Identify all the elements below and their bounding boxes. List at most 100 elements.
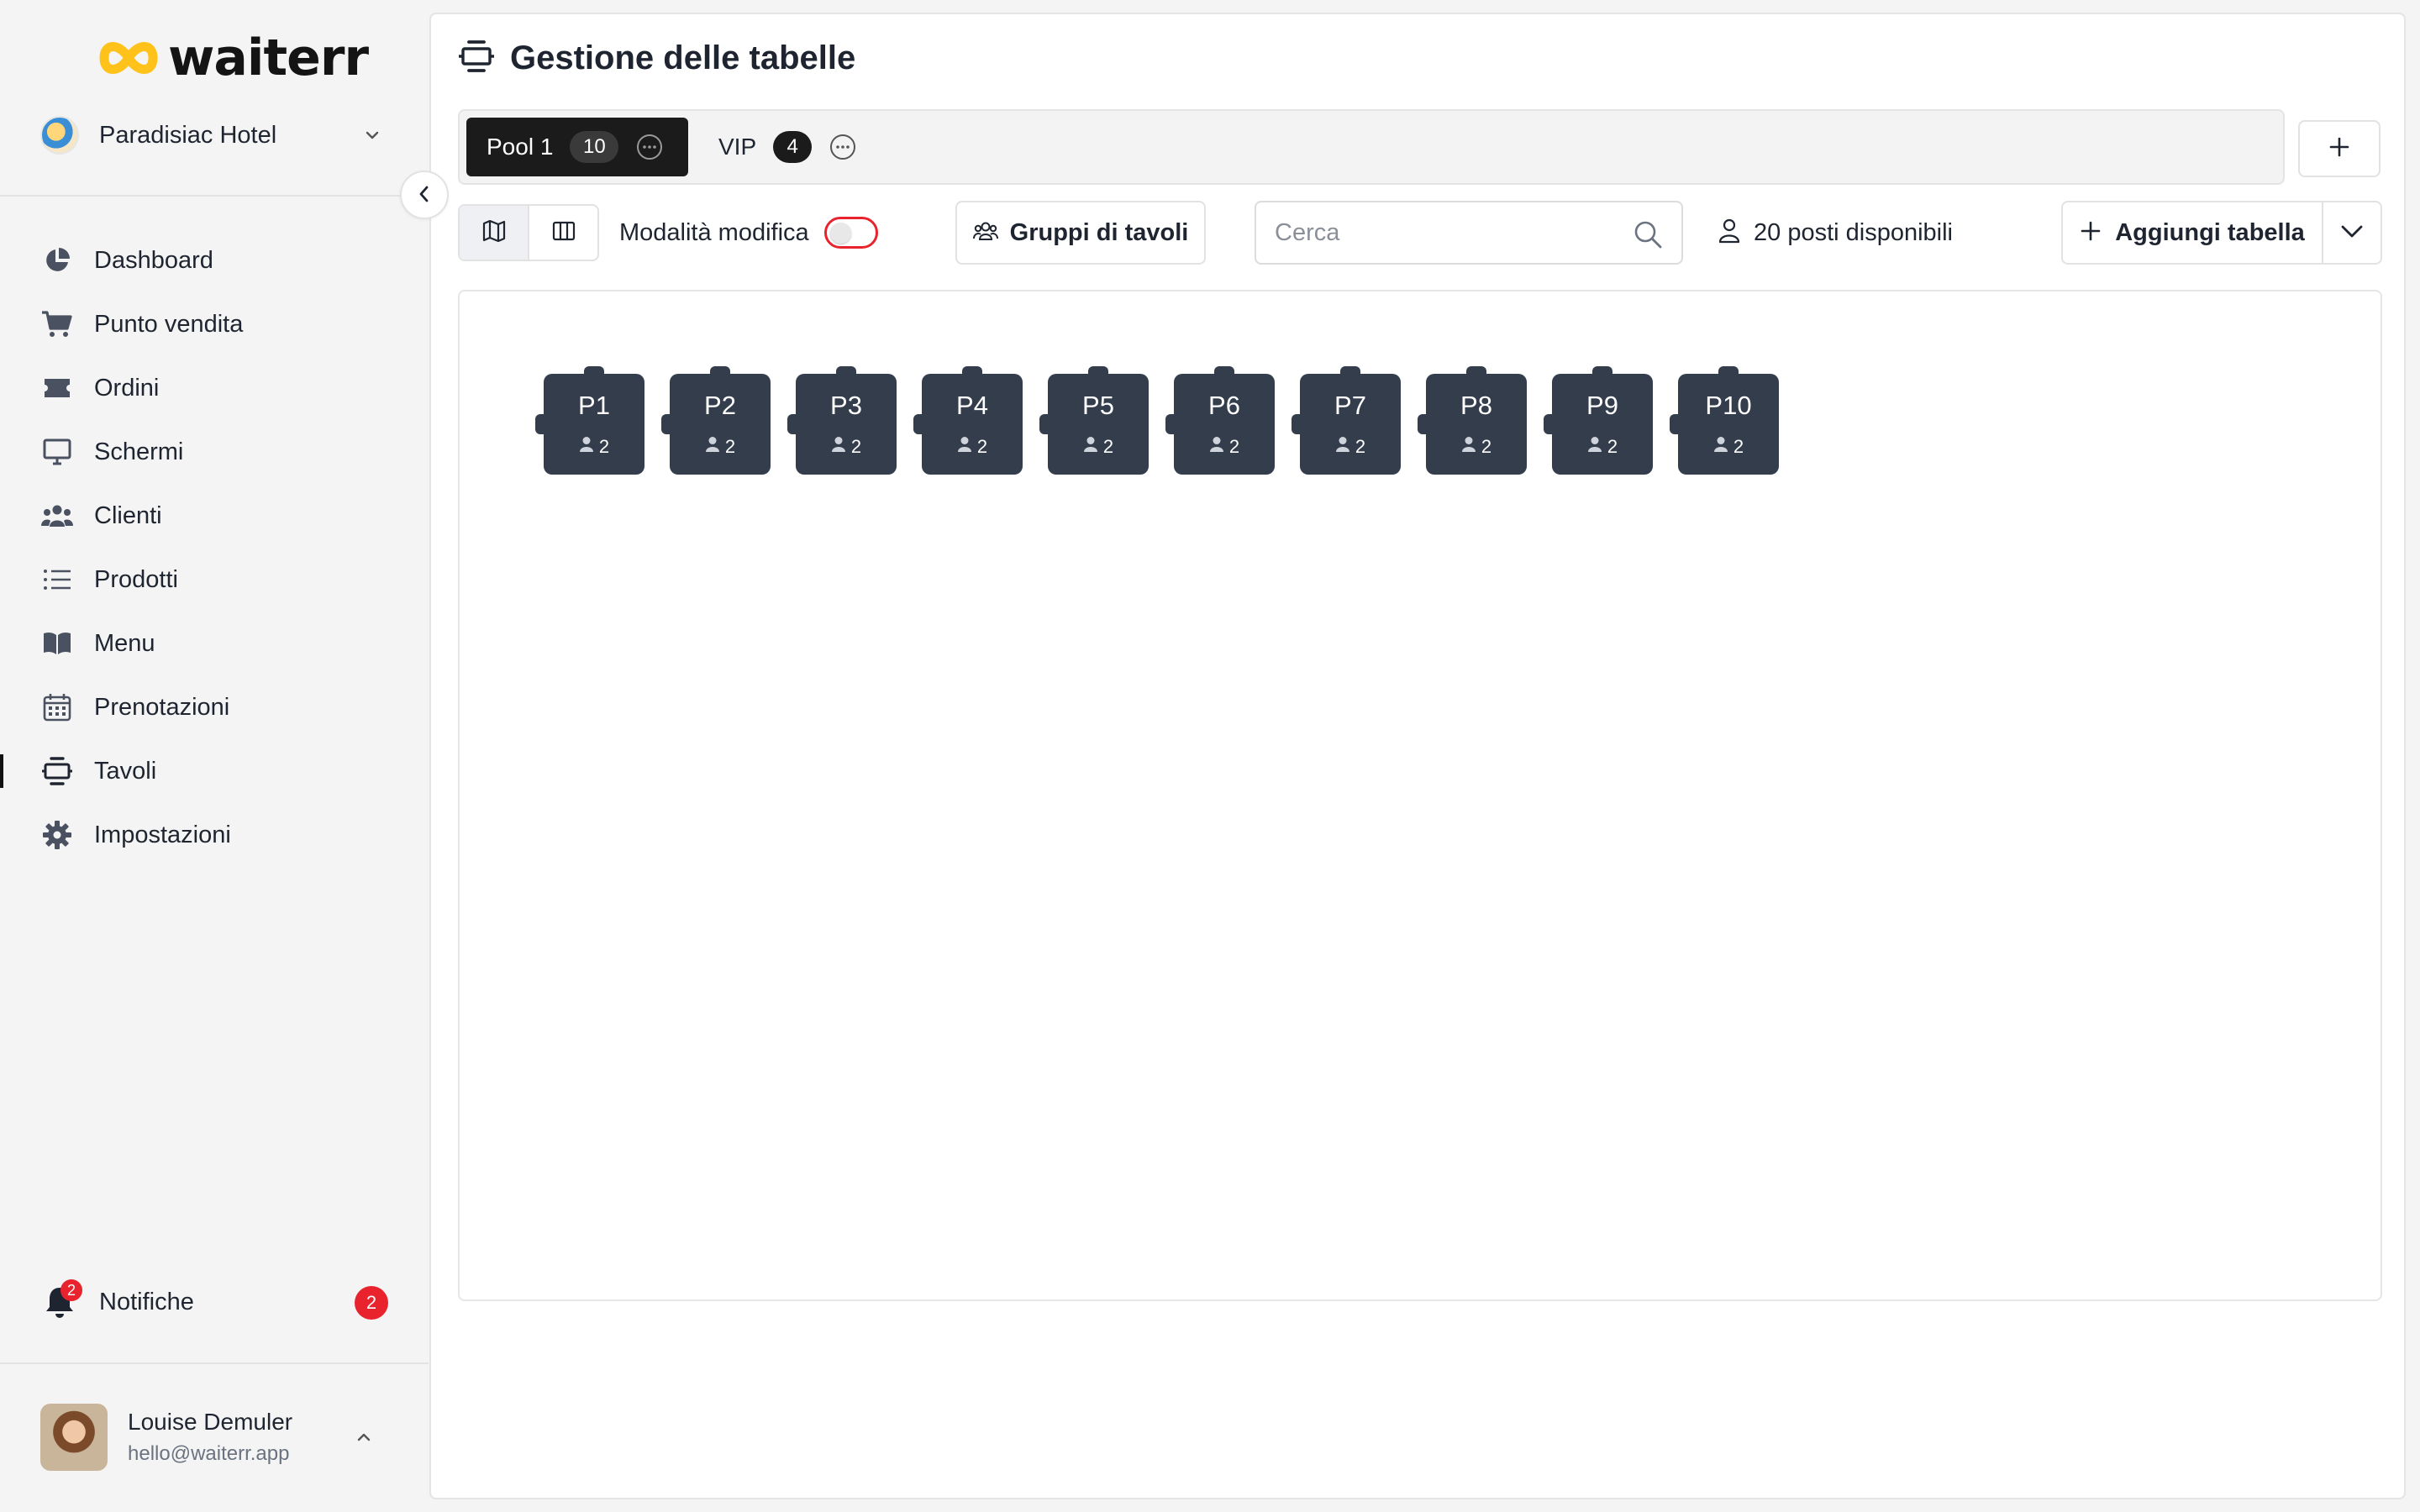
- floor-table[interactable]: P2 2: [661, 366, 771, 475]
- sidebar-item-label: Menu: [94, 629, 155, 657]
- toolbar: Modalità modifica Gruppi di tavoli 20 po…: [458, 201, 2382, 265]
- floor-table[interactable]: P3 2: [787, 366, 897, 475]
- map-view-button[interactable]: [460, 206, 529, 260]
- notification-icon-badge: 2: [60, 1279, 82, 1301]
- floor-table[interactable]: P8 2: [1418, 366, 1527, 475]
- tab-vip[interactable]: VIP 4: [698, 118, 892, 176]
- floor-table[interactable]: P9 2: [1544, 366, 1653, 475]
- plus-icon: [2328, 136, 2350, 162]
- table-groups-label: Gruppi di tavoli: [1009, 218, 1189, 246]
- table-name: P6: [1208, 391, 1240, 420]
- table-capacity: 2: [670, 436, 771, 458]
- sidebar-item-schermi[interactable]: Schermi: [0, 420, 429, 484]
- sidebar-divider: [0, 195, 429, 197]
- page-title: Gestione delle tabelle: [510, 39, 856, 76]
- sidebar-item-prodotti[interactable]: Prodotti: [0, 548, 429, 612]
- sidebar-item-punto-vendita[interactable]: Punto vendita: [0, 292, 429, 356]
- venue-name: Paradisiac Hotel: [99, 121, 277, 149]
- sidebar-item-clienti[interactable]: Clienti: [0, 484, 429, 548]
- group-icon: [972, 220, 998, 246]
- person-icon: [1718, 218, 1740, 248]
- map-icon: [482, 219, 506, 246]
- tab-label: Pool 1: [487, 134, 554, 160]
- table-icon: [458, 39, 495, 77]
- add-table-button[interactable]: Aggiungi tabella: [2063, 202, 2323, 263]
- floor-table[interactable]: P6 2: [1165, 366, 1275, 475]
- venue-avatar: [40, 116, 79, 155]
- user-profile[interactable]: Louise Demuler hello@waiterr.app: [40, 1403, 393, 1472]
- search-box: [1255, 201, 1683, 265]
- pie-chart-icon: [40, 244, 74, 277]
- more-options-icon[interactable]: [829, 133, 857, 161]
- add-table-split-button: Aggiungi tabella: [2061, 201, 2382, 265]
- table-groups-button[interactable]: Gruppi di tavoli: [955, 201, 1206, 265]
- floor-table[interactable]: P1 2: [535, 366, 644, 475]
- table-seats: 2: [1733, 436, 1744, 457]
- search-input[interactable]: [1275, 211, 1619, 255]
- sidebar-item-menu[interactable]: Menu: [0, 612, 429, 675]
- more-options-icon[interactable]: [635, 133, 664, 161]
- table-seats: 2: [1102, 436, 1114, 457]
- table-name: P3: [830, 391, 862, 420]
- sidebar-item-label: Dashboard: [94, 246, 213, 274]
- sidebar-item-ordini[interactable]: Ordini: [0, 356, 429, 420]
- columns-view-button[interactable]: [529, 206, 597, 260]
- tab-pool-1[interactable]: Pool 1 10: [466, 118, 688, 176]
- avatar: [40, 1404, 108, 1471]
- sidebar-item-tavoli[interactable]: Tavoli: [0, 739, 429, 803]
- floor-table[interactable]: P5 2: [1039, 366, 1149, 475]
- sidebar-item-dashboard[interactable]: Dashboard: [0, 228, 429, 292]
- table-seats: 2: [1607, 436, 1618, 457]
- floor-table[interactable]: P4 2: [913, 366, 1023, 475]
- venue-selector[interactable]: Paradisiac Hotel: [40, 114, 393, 156]
- user-divider: [0, 1362, 429, 1364]
- person-icon: [1083, 436, 1098, 458]
- monitor-icon: [40, 435, 74, 469]
- cart-icon: [40, 307, 74, 341]
- person-icon: [705, 436, 720, 458]
- chevron-down-icon: [2339, 223, 2365, 244]
- sidebar-item-label: Prenotazioni: [94, 693, 230, 721]
- table-seats: 2: [724, 436, 736, 457]
- person-icon: [1587, 436, 1602, 458]
- notifications-label: Notifiche: [99, 1288, 194, 1315]
- table-body: [796, 374, 897, 475]
- add-table-label: Aggiungi tabella: [2115, 218, 2305, 246]
- table-body: [1174, 374, 1275, 475]
- gear-icon: [40, 818, 74, 852]
- bell-icon: 2: [40, 1279, 82, 1323]
- tab-label: VIP: [718, 134, 757, 160]
- add-table-dropdown-button[interactable]: [2323, 202, 2381, 263]
- table-body: [1426, 374, 1527, 475]
- table-name: P10: [1705, 391, 1752, 420]
- calendar-icon: [40, 690, 74, 724]
- table-icon: [40, 754, 74, 788]
- floor-table[interactable]: P10 2: [1670, 366, 1779, 475]
- search-icon[interactable]: [1633, 219, 1663, 254]
- users-icon: [40, 499, 74, 533]
- table-body: [1552, 374, 1653, 475]
- table-seats: 2: [976, 436, 988, 457]
- sidebar-item-impostazioni[interactable]: Impostazioni: [0, 803, 429, 867]
- sidebar-item-label: Tavoli: [94, 757, 157, 785]
- edit-mode-toggle[interactable]: [823, 217, 878, 249]
- floor-plan-canvas[interactable]: P1 2 P2 2 P3 2 P4 2 P5 2 P6 2 P7 2 P8 2 P9 2 P10 2: [458, 290, 2382, 1301]
- app-logo[interactable]: waiterr: [97, 29, 369, 87]
- sidebar-item-label: Schermi: [94, 438, 184, 465]
- view-toggle: [458, 204, 599, 261]
- notifications-item[interactable]: 2 Notifiche 2: [40, 1277, 393, 1327]
- chevron-left-icon: [415, 183, 434, 207]
- sidebar-item-prenotazioni[interactable]: Prenotazioni: [0, 675, 429, 739]
- sidebar-item-label: Punto vendita: [94, 310, 244, 338]
- toggle-knob: [829, 223, 851, 244]
- table-body: [1300, 374, 1401, 475]
- floor-table[interactable]: P7 2: [1292, 366, 1401, 475]
- table-body: [1048, 374, 1149, 475]
- add-floor-button[interactable]: [2298, 120, 2381, 177]
- table-seats: 2: [850, 436, 862, 457]
- table-capacity: 2: [1300, 436, 1401, 458]
- table-body: [544, 374, 644, 475]
- collapse-sidebar-button[interactable]: [400, 171, 449, 219]
- logo-mark-icon: [97, 36, 160, 80]
- person-icon: [579, 436, 594, 458]
